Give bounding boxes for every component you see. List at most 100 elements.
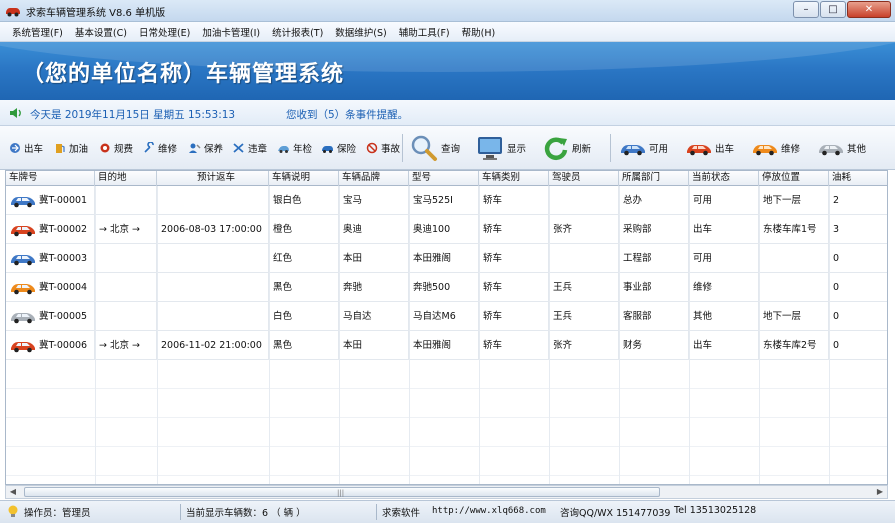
- menu-daily[interactable]: 日常处理(E): [133, 25, 196, 39]
- accident-icon: [366, 142, 378, 154]
- scroll-right-icon[interactable]: ▶: [873, 486, 887, 498]
- plate-number: 冀T-00001: [39, 195, 88, 206]
- table-row[interactable]: 冀T-00005 白色 马自达 马自达M6 轿车 王兵 客服部 其他 地下一层 0: [6, 302, 887, 331]
- repair-button[interactable]: 维修: [143, 126, 177, 170]
- return-time-cell: [157, 273, 269, 302]
- category-cell: 轿车: [479, 273, 549, 302]
- driver-cell: [549, 244, 619, 273]
- table-row[interactable]: 冀T-00003 红色 本田 本田雅阁 轿车 工程部 可用 0: [6, 244, 887, 273]
- wrench-icon: [144, 142, 154, 153]
- today-datetime: 今天是 2019年11月15日 星期五 15:53:13: [30, 109, 236, 121]
- table-row[interactable]: 冀T-00001 银白色 宝马 宝马525I 轿车 总办 可用 地下一层 2: [6, 186, 887, 215]
- column-header[interactable]: 油耗: [829, 171, 887, 186]
- maintenance-button[interactable]: 保养: [188, 126, 223, 170]
- fee-button[interactable]: 规费: [99, 126, 133, 170]
- column-header[interactable]: 型号: [409, 171, 479, 186]
- red-car-icon: [687, 144, 711, 155]
- red-car-icon: [11, 342, 35, 353]
- destination-cell: → 北京 →: [95, 215, 157, 244]
- window-title: 求索车辆管理系统 V8.6 单机版: [26, 8, 166, 19]
- scrollbar-thumb[interactable]: |||: [24, 487, 660, 497]
- vendor-url[interactable]: http://www.xlq668.com: [432, 506, 546, 516]
- driver-cell: 王兵: [549, 273, 619, 302]
- plate-number: 冀T-00006: [39, 340, 88, 351]
- depart-button[interactable]: 出车: [9, 126, 43, 170]
- menu-settings[interactable]: 基本设置(C): [69, 25, 133, 39]
- status-bar: 操作员：管理员 当前显示车辆数：6 （ 辆 ） 求索软件 http://www.…: [0, 500, 895, 523]
- fuel-button[interactable]: 加油: [54, 126, 88, 170]
- menu-help[interactable]: 帮助(H): [456, 25, 502, 39]
- model-cell: 奔驰500: [409, 273, 479, 302]
- violation-button[interactable]: 违章: [232, 126, 267, 170]
- model-cell: 奥迪100: [409, 215, 479, 244]
- event-reminder-link[interactable]: 您收到（5）条事件提醒。: [286, 107, 408, 122]
- description-cell: 橙色: [269, 215, 339, 244]
- fuel-icon: [56, 144, 65, 153]
- table-row[interactable]: 冀T-00002 → 北京 → 2006-08-03 17:00:00 橙色 奥迪 奥迪1…: [6, 215, 887, 244]
- column-header[interactable]: 车辆品牌: [339, 171, 409, 186]
- department-cell: 客服部: [619, 302, 689, 331]
- column-header[interactable]: 车牌号: [6, 171, 95, 186]
- destination-cell: [95, 302, 157, 331]
- plate-number: 冀T-00002: [39, 224, 88, 235]
- fuel-cell: 0: [829, 273, 887, 302]
- contact-qq: 咨询QQ/WX 151477039: [560, 508, 671, 519]
- minimize-button[interactable]: –: [793, 1, 819, 18]
- description-cell: 红色: [269, 244, 339, 273]
- column-header[interactable]: 当前状态: [689, 171, 759, 186]
- column-header[interactable]: 车辆说明: [269, 171, 339, 186]
- vehicle-table: 车牌号 目的地 预计返车 车辆说明 车辆品牌 型号 车辆类别 驾驶员 所属部门 …: [5, 170, 888, 485]
- display-button[interactable]: 显示: [476, 126, 526, 170]
- filter-repair-button[interactable]: 维修: [752, 126, 800, 170]
- menu-fuel-card[interactable]: 加油卡管理(I): [196, 25, 266, 39]
- horizontal-scrollbar[interactable]: ◀ ||| ▶: [5, 485, 888, 499]
- scroll-left-icon[interactable]: ◀: [6, 486, 20, 498]
- menu-bar: 系统管理(F) 基本设置(C) 日常处理(E) 加油卡管理(I) 统计报表(T)…: [0, 22, 895, 42]
- violation-icon: [233, 143, 244, 153]
- filter-available-button[interactable]: 可用: [620, 126, 668, 170]
- description-cell: 黑色: [269, 273, 339, 302]
- column-header[interactable]: 驾驶员: [549, 171, 619, 186]
- column-header[interactable]: 停放位置: [759, 171, 829, 186]
- banner-title: （您的单位名称）车辆管理系统: [22, 61, 345, 87]
- fuel-cell: 0: [829, 331, 887, 360]
- table-row[interactable]: 冀T-00004 黑色 奔驰 奔驰500 轿车 王兵 事业部 维修 0: [6, 273, 887, 302]
- menu-data-maintenance[interactable]: 数据维护(S): [329, 25, 392, 39]
- plate-cell: 冀T-00006: [6, 331, 95, 360]
- plate-cell: 冀T-00003: [6, 244, 95, 273]
- column-header[interactable]: 预计返车: [157, 171, 269, 186]
- column-header[interactable]: 所属部门: [619, 171, 689, 186]
- notice-bar: 今天是 2019年11月15日 星期五 15:53:13 您收到（5）条事件提醒…: [0, 100, 895, 126]
- monitor-icon: [478, 137, 502, 160]
- filter-other-button[interactable]: 其他: [818, 126, 866, 170]
- inspection-button[interactable]: 年检: [277, 126, 312, 170]
- plate-number: 冀T-00005: [39, 311, 88, 322]
- menu-tools[interactable]: 辅助工具(F): [393, 25, 456, 39]
- accident-button[interactable]: 事故: [366, 126, 400, 170]
- brand-cell: 宝马: [339, 186, 409, 215]
- menu-system[interactable]: 系统管理(F): [6, 25, 69, 39]
- plate-number: 冀T-00004: [39, 282, 88, 293]
- filter-out-button[interactable]: 出车: [686, 126, 734, 170]
- menu-reports[interactable]: 统计报表(T): [266, 25, 329, 39]
- description-cell: 黑色: [269, 331, 339, 360]
- brand-cell: 马自达: [339, 302, 409, 331]
- location-cell: [759, 244, 829, 273]
- return-time-cell: 2006-11-02 21:00:00: [157, 331, 269, 360]
- refresh-button[interactable]: 刷新: [543, 126, 591, 170]
- column-header[interactable]: 目的地: [95, 171, 157, 186]
- destination-cell: → 北京 →: [95, 331, 157, 360]
- query-button[interactable]: 查询: [410, 126, 460, 170]
- table-row[interactable]: 冀T-00006 → 北京 → 2006-11-02 21:00:00 黑色 本田 本田雅…: [6, 331, 887, 360]
- location-cell: 东楼车库2号: [759, 331, 829, 360]
- column-header[interactable]: 车辆类别: [479, 171, 549, 186]
- status-cell: 其他: [689, 302, 759, 331]
- column-divider: [479, 186, 480, 484]
- category-cell: 轿车: [479, 186, 549, 215]
- insurance-button[interactable]: 保险: [321, 126, 356, 170]
- maximize-button[interactable]: □: [820, 1, 846, 18]
- column-divider: [269, 186, 270, 484]
- department-cell: 事业部: [619, 273, 689, 302]
- empty-row: [6, 418, 887, 447]
- close-button[interactable]: ✕: [847, 1, 891, 18]
